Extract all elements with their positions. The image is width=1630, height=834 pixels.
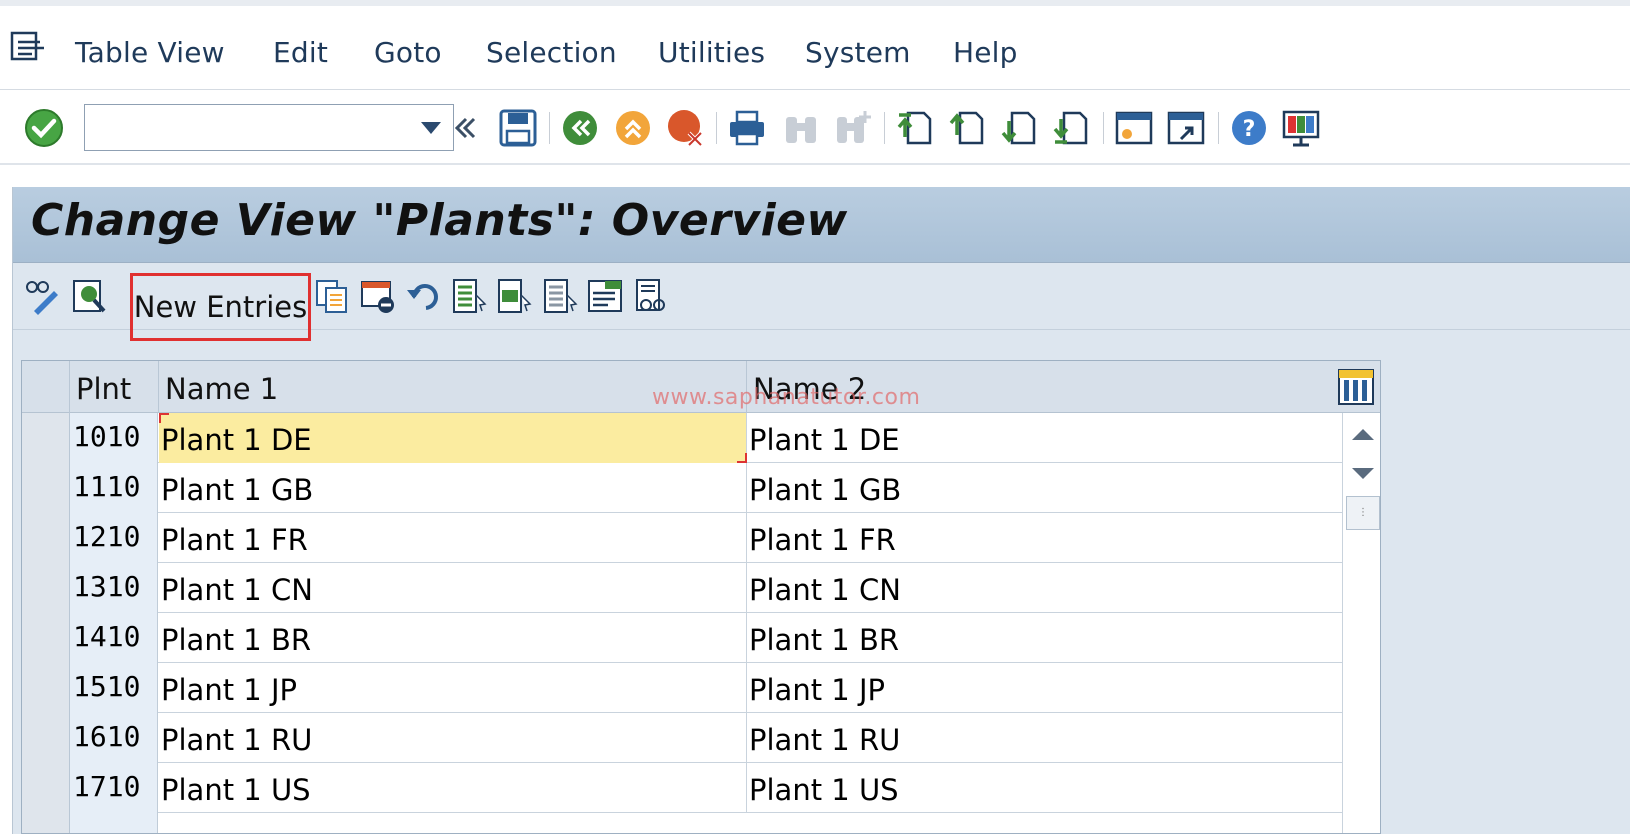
row-selector[interactable] <box>22 513 70 563</box>
standard-toolbar: ? <box>0 90 1630 165</box>
menu-goto[interactable]: Goto <box>374 36 442 69</box>
first-page-icon[interactable] <box>893 106 937 150</box>
print-icon[interactable] <box>725 106 769 150</box>
table-control: Plnt Name 1 Name 2 1010 Plant 1 DE Plant… <box>21 360 1381 834</box>
focus-corner <box>737 453 747 463</box>
find-icon[interactable] <box>779 106 823 150</box>
menu-icon[interactable] <box>10 30 46 64</box>
menu-bar: Table View Edit Goto Selection Utilities… <box>0 0 1630 90</box>
svg-text:?: ? <box>1243 117 1256 142</box>
menu-selection[interactable]: Selection <box>486 36 617 69</box>
row-selector[interactable] <box>22 713 70 763</box>
plnt-cell: 1310 <box>70 563 158 613</box>
row-selector[interactable] <box>22 763 70 813</box>
save-icon[interactable] <box>496 106 540 150</box>
double-chevron-left-icon[interactable] <box>441 106 485 150</box>
exit-icon[interactable] <box>611 106 655 150</box>
table-row: 1510 Plant 1 JP Plant 1 JP <box>22 663 1342 713</box>
enter-icon[interactable] <box>22 106 66 150</box>
row-selector[interactable] <box>22 463 70 513</box>
cancel-icon[interactable] <box>664 106 708 150</box>
table-row: 1010 Plant 1 DE Plant 1 DE <box>22 413 1342 463</box>
plnt-cell: 1110 <box>70 463 158 513</box>
name1-cell[interactable]: Plant 1 BR <box>159 613 747 663</box>
select-block-icon[interactable] <box>494 276 534 316</box>
vertical-scrollbar[interactable]: ⋮ <box>1342 413 1380 833</box>
previous-page-icon[interactable] <box>945 106 989 150</box>
print-field-list-icon[interactable] <box>585 276 625 316</box>
table-row: 1610 Plant 1 RU Plant 1 RU <box>22 713 1342 763</box>
row-selector[interactable] <box>22 413 70 463</box>
menu-utilities[interactable]: Utilities <box>658 36 765 69</box>
name1-cell[interactable]: Plant 1 US <box>159 763 747 813</box>
column-header-plnt[interactable]: Plnt <box>70 361 159 413</box>
new-session-icon[interactable] <box>1112 106 1156 150</box>
name2-cell[interactable]: Plant 1 JP <box>747 663 1342 713</box>
table-row <box>22 813 1342 833</box>
where-used-icon[interactable] <box>631 276 671 316</box>
watermark: www.saphanatutor.com <box>652 385 921 410</box>
customize-layout-icon[interactable] <box>1279 106 1323 150</box>
table-row: 1110 Plant 1 GB Plant 1 GB <box>22 463 1342 513</box>
plnt-cell: 1010 <box>70 413 158 463</box>
screen-area: Change View "Plants": Overview New Entri… <box>12 187 1630 834</box>
shortcut-icon[interactable] <box>1164 106 1208 150</box>
select-all-icon[interactable] <box>449 276 489 316</box>
plnt-cell <box>70 813 158 833</box>
plnt-cell: 1710 <box>70 763 158 813</box>
name2-cell[interactable]: Plant 1 US <box>747 763 1342 813</box>
name2-cell[interactable]: Plant 1 BR <box>747 613 1342 663</box>
chevron-down-icon[interactable] <box>421 122 441 134</box>
table-settings-icon[interactable] <box>1338 369 1374 405</box>
undo-icon[interactable] <box>403 276 443 316</box>
name1-cell[interactable]: Plant 1 JP <box>159 663 747 713</box>
menu-help[interactable]: Help <box>953 36 1018 69</box>
focus-corner <box>159 413 169 423</box>
name1-cell[interactable]: Plant 1 FR <box>159 513 747 563</box>
plnt-cell: 1510 <box>70 663 158 713</box>
name2-cell[interactable]: Plant 1 CN <box>747 563 1342 613</box>
scroll-down-icon[interactable] <box>1352 468 1374 479</box>
table-row: 1410 Plant 1 BR Plant 1 BR <box>22 613 1342 663</box>
plnt-cell: 1610 <box>70 713 158 763</box>
name1-cell[interactable]: Plant 1 DE <box>159 413 747 463</box>
select-all-rows-button[interactable] <box>22 361 70 413</box>
name1-cell[interactable]: Plant 1 CN <box>159 563 747 613</box>
row-selector[interactable] <box>22 613 70 663</box>
scroll-thumb[interactable]: ⋮ <box>1346 496 1380 530</box>
plnt-cell: 1410 <box>70 613 158 663</box>
menu-edit[interactable]: Edit <box>273 36 328 69</box>
name2-cell[interactable]: Plant 1 DE <box>747 413 1342 463</box>
row-selector[interactable] <box>22 813 70 833</box>
display-change-icon[interactable] <box>23 276 63 316</box>
next-page-icon[interactable] <box>997 106 1041 150</box>
table-row: 1310 Plant 1 CN Plant 1 CN <box>22 563 1342 613</box>
command-field[interactable] <box>84 104 454 151</box>
deselect-all-icon[interactable] <box>540 276 580 316</box>
help-icon[interactable]: ? <box>1227 106 1271 150</box>
plnt-cell: 1210 <box>70 513 158 563</box>
find-next-icon[interactable] <box>831 106 875 150</box>
name2-cell[interactable]: Plant 1 GB <box>747 463 1342 513</box>
row-selector[interactable] <box>22 563 70 613</box>
name1-cell[interactable]: Plant 1 RU <box>159 713 747 763</box>
row-selector[interactable] <box>22 663 70 713</box>
title-bar: Change View "Plants": Overview <box>13 187 1630 263</box>
name2-cell[interactable]: Plant 1 FR <box>747 513 1342 563</box>
select-detail-icon[interactable] <box>69 276 109 316</box>
name1-cell[interactable]: Plant 1 GB <box>159 463 747 513</box>
last-page-icon[interactable] <box>1049 106 1093 150</box>
back-icon[interactable] <box>558 106 602 150</box>
table-row: 1710 Plant 1 US Plant 1 US <box>22 763 1342 813</box>
table-row: 1210 Plant 1 FR Plant 1 FR <box>22 513 1342 563</box>
name2-cell[interactable]: Plant 1 RU <box>747 713 1342 763</box>
new-entries-button[interactable]: New Entries <box>130 273 311 341</box>
scroll-up-icon[interactable] <box>1352 429 1374 440</box>
menu-system[interactable]: System <box>805 36 911 69</box>
delete-row-icon[interactable] <box>358 276 398 316</box>
menu-table-view[interactable]: Table View <box>75 36 225 69</box>
page-title: Change View "Plants": Overview <box>31 195 848 246</box>
copy-icon[interactable] <box>312 276 352 316</box>
